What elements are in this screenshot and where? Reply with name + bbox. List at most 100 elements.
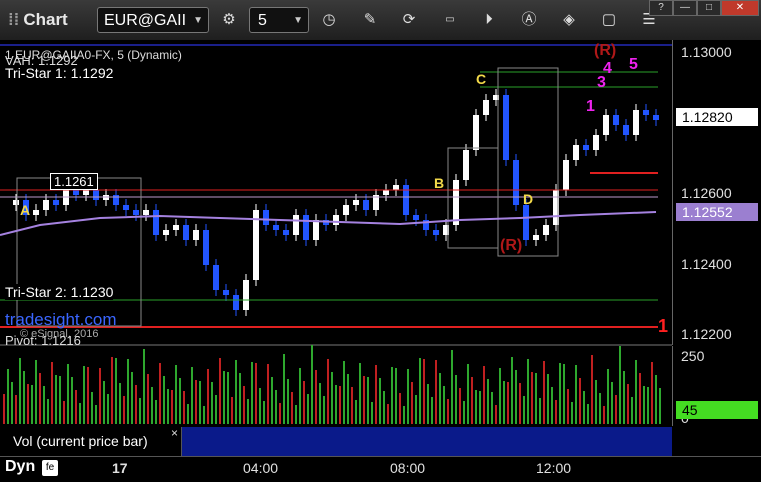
candle-body	[173, 225, 179, 230]
candle-body	[613, 115, 619, 125]
help-button[interactable]: ?	[649, 0, 673, 16]
candle-body	[303, 215, 309, 240]
pencil-icon[interactable]: ✎	[358, 9, 382, 31]
close-panel-icon[interactable]: ×	[171, 426, 178, 440]
candle-body	[253, 210, 259, 280]
candle-body	[13, 200, 19, 205]
volume-bar	[467, 364, 469, 424]
volume-bar	[263, 401, 265, 424]
chat-icon[interactable]: ▢	[597, 9, 621, 31]
volume-bar	[351, 387, 353, 424]
grip-icon: ⁞⁞	[8, 10, 20, 29]
volume-bar	[275, 390, 277, 424]
volume-bar	[231, 397, 233, 424]
volume-bar	[123, 396, 125, 424]
volume-bar	[307, 394, 309, 424]
time-axis[interactable]: 17 04:00 08:00 12:00	[0, 456, 761, 482]
volume-bar	[67, 364, 69, 424]
candle-body	[363, 200, 369, 210]
volume-bar	[611, 382, 613, 424]
interval-input[interactable]: 5 ▼	[249, 7, 309, 33]
volume-bar	[251, 362, 253, 424]
volume-bar	[299, 368, 301, 424]
time-label: 08:00	[390, 460, 426, 476]
volume-bar	[159, 363, 161, 424]
volume-bar	[183, 391, 185, 424]
candle-body	[463, 150, 469, 180]
settings-gear-icon[interactable]: ⚙	[217, 9, 241, 31]
chevron-down-icon[interactable]: ▼	[293, 8, 303, 34]
price-tick: 1.12200	[681, 326, 732, 342]
alert-icon[interactable]: Ⓐ	[517, 9, 541, 31]
volume-bar	[287, 379, 289, 424]
candle-body	[563, 160, 569, 190]
candle-body	[53, 200, 59, 205]
refresh-icon[interactable]: ⟳	[397, 9, 421, 31]
volume-bar	[335, 385, 337, 424]
price-chart[interactable]	[0, 40, 672, 456]
volume-panel-label[interactable]: Vol (current price bar)	[4, 427, 182, 456]
volume-bar	[31, 385, 33, 424]
mag-count-1: 1	[586, 98, 595, 115]
volume-bar	[227, 372, 229, 424]
layout-name: Dyn	[5, 458, 36, 475]
volume-bar	[603, 406, 605, 424]
volume-bar	[259, 388, 261, 424]
volume-bar	[643, 386, 645, 424]
clock-icon[interactable]: ◷	[317, 9, 341, 31]
close-button[interactable]: ✕	[721, 0, 759, 16]
volume-bar	[419, 358, 421, 424]
volume-bar	[107, 394, 109, 424]
tag-icon[interactable]: ◈	[557, 9, 581, 31]
volume-bar	[579, 378, 581, 424]
candle-body	[193, 230, 199, 240]
candle-body	[543, 225, 549, 235]
volume-bar	[599, 393, 601, 424]
volume-bar	[27, 384, 29, 424]
app-title-label: Chart	[23, 10, 68, 29]
volume-bar	[407, 369, 409, 424]
red-count-1: 1	[658, 316, 669, 336]
volume-bar	[639, 373, 641, 424]
candle-body	[333, 215, 339, 225]
volume-bar	[175, 365, 177, 424]
volume-bar	[71, 377, 73, 424]
volume-bar	[327, 359, 329, 424]
layout-icon[interactable]: fe	[42, 460, 58, 476]
volume-bar	[283, 354, 285, 424]
volume-bar	[163, 376, 165, 424]
candle-body	[623, 125, 629, 135]
volume-bar	[191, 367, 193, 424]
volume-bar	[267, 364, 269, 424]
candle-body	[93, 190, 99, 200]
candle-body	[593, 135, 599, 150]
volume-bar	[559, 363, 561, 424]
volume-bar	[7, 369, 9, 424]
symbol-input[interactable]: EUR@GAII ▼	[97, 7, 209, 33]
maximize-button[interactable]: □	[697, 0, 721, 16]
volume-bar	[235, 360, 237, 424]
volume-bar	[647, 387, 649, 424]
volume-bar	[115, 358, 117, 424]
candle-body	[163, 230, 169, 235]
play-icon[interactable]: ⏵	[477, 9, 501, 31]
volume-bar	[563, 364, 565, 424]
volume-bar	[635, 360, 637, 424]
minimize-button[interactable]: —	[673, 0, 697, 16]
volume-bar	[147, 374, 149, 424]
volume-bar	[523, 396, 525, 424]
volume-bar	[355, 400, 357, 424]
candle-body	[293, 215, 299, 235]
candle-body	[473, 115, 479, 150]
volume-bar	[555, 400, 557, 424]
mag-count-4: 4	[603, 60, 612, 77]
price-tick: 1.12400	[681, 256, 732, 272]
chevron-down-icon[interactable]: ▼	[193, 8, 203, 34]
price-axis[interactable]: 1.13000 1.12600 1.12400 1.12200	[672, 40, 761, 345]
volume-bar	[623, 371, 625, 424]
volume-bar	[551, 387, 553, 424]
volume-bar	[415, 395, 417, 424]
volume-bar	[547, 374, 549, 424]
volume-bar	[511, 357, 513, 424]
get-icon[interactable]: ▭	[438, 9, 462, 31]
